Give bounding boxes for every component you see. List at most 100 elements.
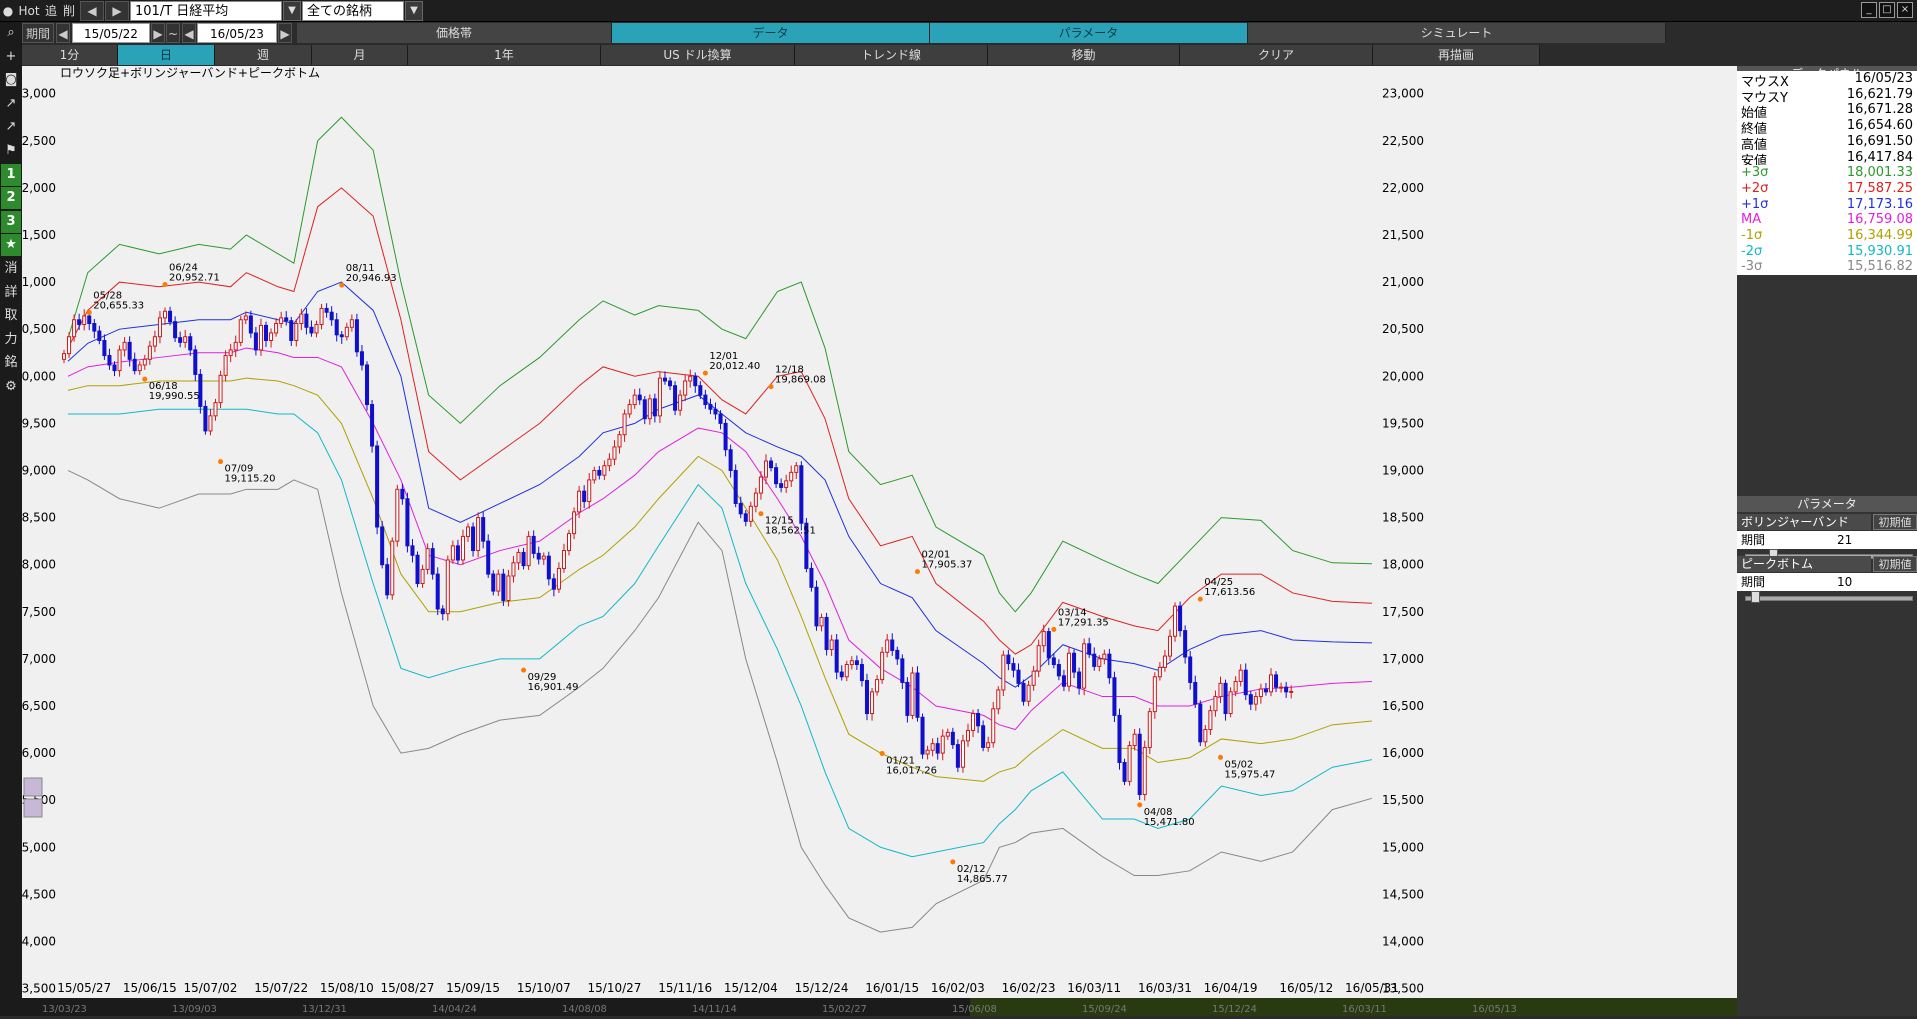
period-button-3[interactable]: 月	[312, 45, 408, 65]
candle	[1188, 650, 1193, 690]
symbol-field[interactable]: 101/T 日経平均	[130, 1, 282, 21]
crosshair-icon[interactable]: +	[1, 46, 21, 68]
flag-icon[interactable]: ⚑	[1, 140, 21, 162]
candle	[1193, 675, 1198, 708]
price-chart[interactable]: ロウソク足+ボリンジャーバンド+ピークボトム13,50013,50014,000…	[22, 66, 1737, 998]
candle-body	[723, 422, 728, 451]
candle	[587, 473, 592, 509]
reset-button[interactable]: 初期値	[1873, 514, 1917, 530]
candle	[359, 345, 364, 371]
start-next-button[interactable]: ▶	[151, 23, 165, 43]
candle-body	[1203, 729, 1208, 743]
param-slider[interactable]	[1745, 591, 1913, 603]
tab-0[interactable]: 価格帯	[297, 23, 612, 43]
candle	[809, 562, 814, 592]
tab-1[interactable]: データ	[612, 23, 930, 43]
period-button-6[interactable]: トレンド線	[795, 45, 988, 65]
search-icon[interactable]: ⌕	[1, 22, 21, 44]
candle	[289, 316, 294, 346]
torihiki-button[interactable]: 取	[1, 305, 21, 327]
candle-body	[1173, 605, 1178, 637]
period-button-5[interactable]: US ドル換算	[601, 45, 795, 65]
overview-strip[interactable]: 13/03/23 13/09/03 13/12/31 14/04/24 14/08/08…	[22, 998, 1737, 1016]
end-prev-button[interactable]: ◀	[182, 23, 196, 43]
candle-body	[1102, 653, 1107, 660]
zoom-in-icon[interactable]	[23, 777, 43, 797]
candle-body	[536, 552, 541, 560]
camera-icon[interactable]: ◙	[1, 69, 21, 91]
y-tick-right: 14,000	[1382, 934, 1424, 948]
chart-multi-icon[interactable]: ↗	[1, 116, 21, 138]
candle-body	[173, 321, 178, 339]
hot-button[interactable]: Hot	[18, 1, 40, 21]
candle	[450, 540, 455, 564]
candle-body	[592, 469, 597, 481]
end-next-button[interactable]: ▶	[278, 23, 292, 43]
candle-body	[1077, 671, 1082, 689]
candle	[152, 330, 157, 353]
start-prev-button[interactable]: ◀	[56, 23, 70, 43]
period-button-0[interactable]: 1分	[22, 45, 118, 65]
candle-body	[1011, 663, 1016, 671]
param-row: 期間 21	[1737, 531, 1917, 549]
stock-list-field[interactable]: 全ての銘柄	[302, 1, 404, 21]
period-button-1[interactable]: 日	[118, 45, 215, 65]
candle-body	[1051, 657, 1056, 666]
meigara-button[interactable]: 銘	[1, 352, 21, 374]
candle-body	[400, 488, 405, 500]
x-tick: 15/05/27	[57, 981, 111, 995]
list-dropdown-icon[interactable]: ▼	[405, 1, 423, 21]
tsui-button[interactable]: 追	[42, 1, 60, 21]
period-button-4[interactable]: 1年	[408, 45, 601, 65]
candle-body	[738, 502, 743, 515]
candle-body	[1132, 733, 1137, 747]
next-symbol-button[interactable]: ▶	[105, 1, 129, 21]
bulb-icon[interactable]: ●	[2, 1, 14, 21]
candle	[370, 400, 375, 453]
param-value-input[interactable]: 21	[1837, 531, 1852, 549]
tsui-button[interactable]: 詳	[1, 282, 21, 304]
candle-body	[743, 513, 748, 522]
minimize-icon[interactable]: _	[1861, 2, 1877, 18]
slot-3[interactable]: 3	[1, 210, 21, 233]
star-icon[interactable]: ★	[1, 234, 21, 257]
gear-icon[interactable]: ⚙	[1, 376, 21, 398]
candle-body	[814, 586, 819, 627]
symbol-dropdown-icon[interactable]: ▼	[283, 1, 301, 21]
zoom-out-icon[interactable]	[23, 798, 43, 818]
slot-2[interactable]: 2	[1, 187, 21, 210]
period-button-8[interactable]: クリア	[1180, 45, 1373, 65]
candle-body	[718, 413, 723, 424]
period-button-9[interactable]: 再描画	[1373, 45, 1540, 65]
chikara-button[interactable]: 力	[1, 329, 21, 351]
sakujo-button[interactable]: 削	[60, 1, 78, 21]
slider-thumb[interactable]	[1751, 591, 1761, 603]
overview-svg[interactable]: 13/03/23 13/09/03 13/12/31 14/04/24 14/08/08…	[22, 998, 1737, 1016]
candle-body	[708, 404, 713, 410]
candle	[844, 660, 849, 682]
erase-button[interactable]: 消	[1, 258, 21, 280]
data-row: マウスY 16,621.79	[1737, 86, 1917, 106]
candle-body	[572, 511, 577, 535]
tab-2[interactable]: パラメータ	[930, 23, 1248, 43]
peak-marker: 03/1417,291.35	[1051, 607, 1109, 632]
period-button-2[interactable]: 週	[215, 45, 312, 65]
data-key: -3σ	[1741, 259, 1763, 275]
chart-line-icon[interactable]: ↗	[1, 93, 21, 115]
end-date-field[interactable]: 16/05/23	[197, 23, 277, 43]
reset-button[interactable]: 初期値	[1873, 556, 1917, 572]
slot-1[interactable]: 1	[1, 163, 21, 186]
candle-body	[844, 664, 849, 678]
period-button-7[interactable]: 移動	[988, 45, 1180, 65]
start-date-field[interactable]: 15/05/22	[72, 23, 150, 43]
candle-body	[152, 336, 157, 347]
tab-3[interactable]: シミュレート	[1248, 23, 1666, 43]
maximize-icon[interactable]: □	[1879, 2, 1895, 18]
close-icon[interactable]: ×	[1897, 2, 1913, 18]
data-row: マウスX 16/05/23	[1737, 71, 1917, 90]
prev-symbol-button[interactable]: ◀	[80, 1, 104, 21]
candle	[304, 308, 309, 335]
param-value-input[interactable]: 10	[1837, 573, 1852, 591]
chart-svg[interactable]: ロウソク足+ボリンジャーバンド+ピークボトム13,50013,50014,000…	[22, 66, 1737, 998]
x-tick: 16/03/11	[1067, 981, 1121, 995]
